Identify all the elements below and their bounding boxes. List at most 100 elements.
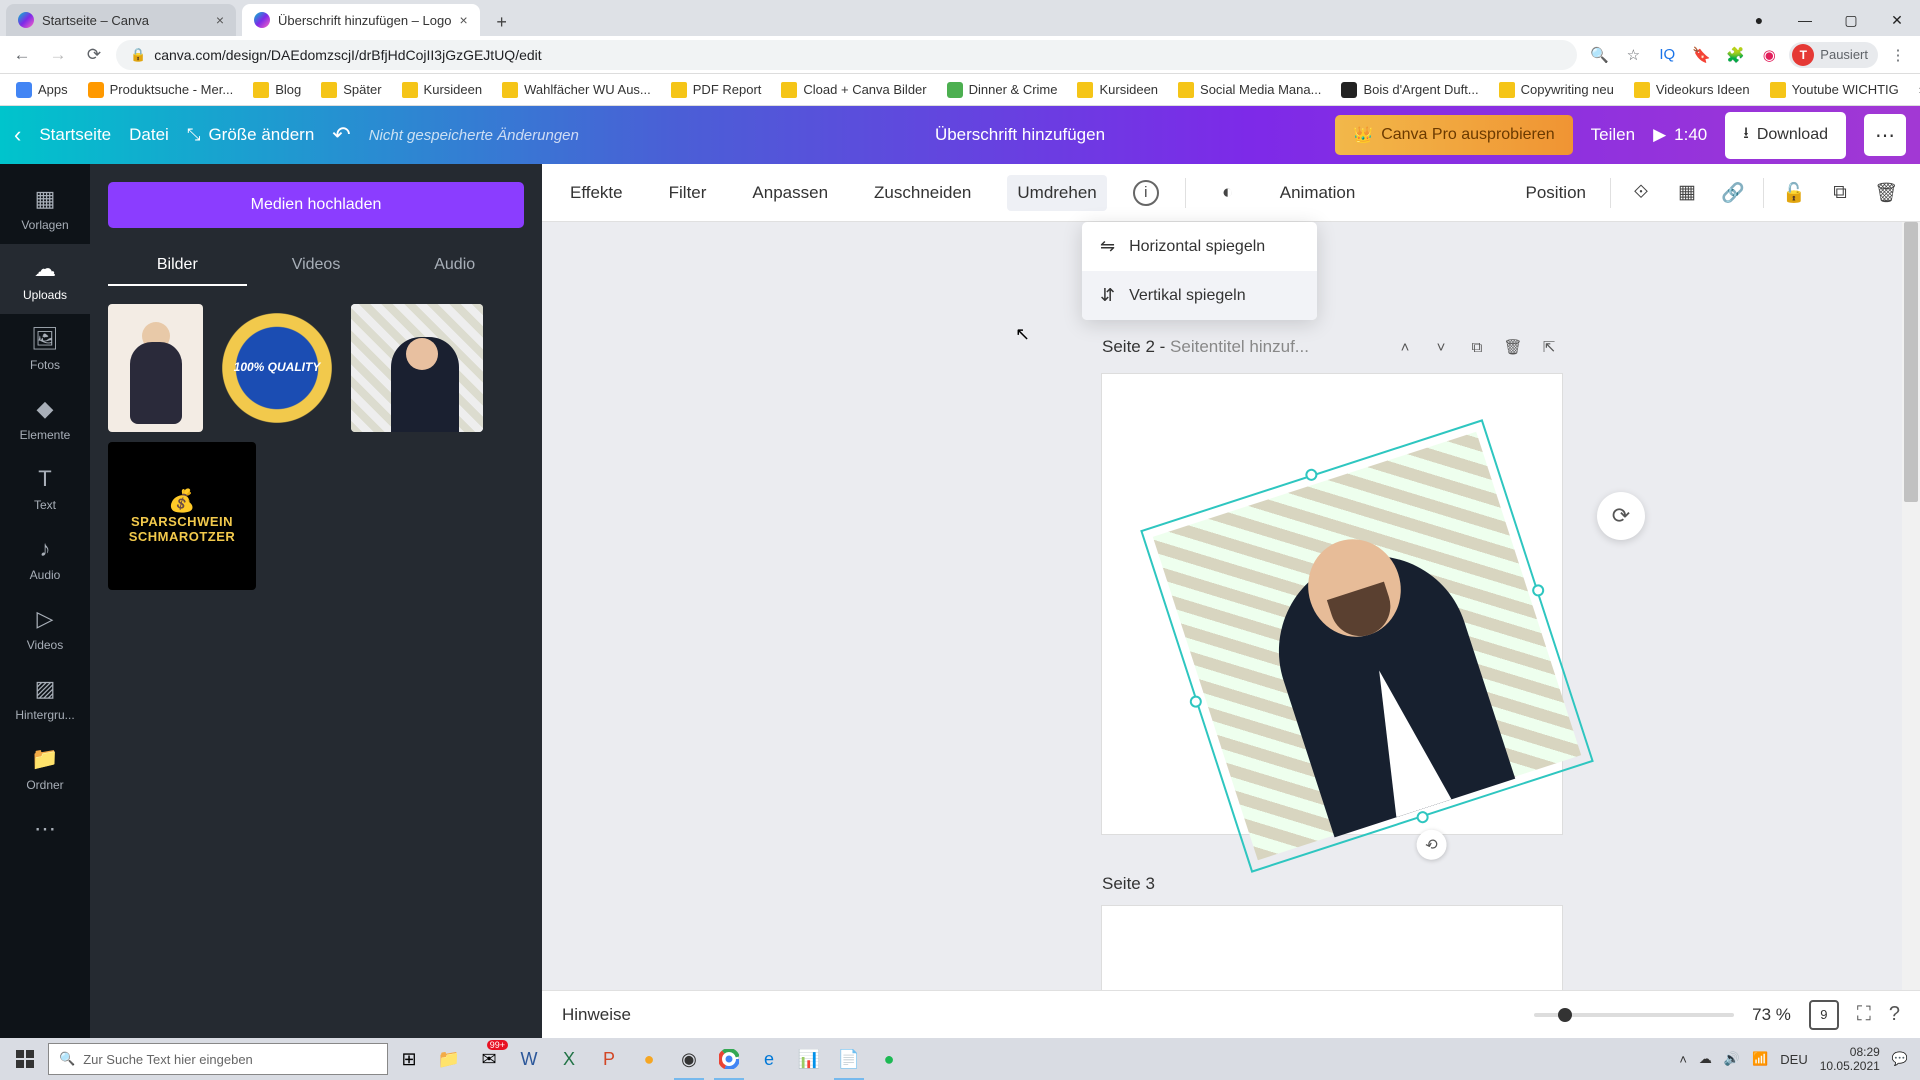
bookmark-item[interactable]: Videokurs Ideen — [1626, 78, 1758, 102]
rail-audio[interactable]: ♪Audio — [0, 524, 90, 594]
lock-toggle-icon[interactable]: 🔓 — [1778, 177, 1810, 209]
bookmarks-overflow[interactable]: » — [1911, 78, 1920, 101]
minimize-button[interactable]: — — [1782, 4, 1828, 36]
delete-page-icon[interactable]: 🗑 — [1500, 334, 1526, 360]
notifications-icon[interactable]: 💬 — [1892, 1051, 1908, 1067]
taskbar-search[interactable]: 🔍 Zur Suche Text hier eingeben — [48, 1043, 388, 1075]
home-link[interactable]: Startseite — [39, 125, 111, 145]
resize-button[interactable]: ⤡ Größe ändern — [187, 125, 314, 145]
rail-more[interactable]: ⋯ — [0, 804, 90, 854]
zoom-knob[interactable] — [1558, 1008, 1572, 1022]
undo-button[interactable]: ↶ — [332, 122, 350, 148]
obs-icon[interactable]: ◉ — [670, 1038, 708, 1080]
upload-media-button[interactable]: Medien hochladen — [108, 182, 524, 228]
rail-folders[interactable]: 📁Ordner — [0, 734, 90, 804]
rail-videos[interactable]: ▷Videos — [0, 594, 90, 664]
link-icon[interactable]: 🔗 — [1717, 177, 1749, 209]
close-window-button[interactable]: ✕ — [1874, 4, 1920, 36]
bookmark-item[interactable]: PDF Report — [663, 78, 770, 102]
zoom-level[interactable]: 73 % — [1752, 1005, 1791, 1025]
extension-icon[interactable]: 🧩 — [1721, 41, 1749, 69]
edge-icon[interactable]: e — [750, 1038, 788, 1080]
upload-thumb[interactable]: 💰 SPARSCHWEIN SCHMAROTZER — [108, 442, 256, 590]
delete-icon[interactable]: 🗑 — [1870, 177, 1902, 209]
crop-button[interactable]: Zuschneiden — [864, 175, 981, 211]
browser-tab-2[interactable]: Überschrift hinzufügen – Logo × — [242, 4, 480, 36]
explorer-icon[interactable]: 📁 — [430, 1038, 468, 1080]
tab-images[interactable]: Bilder — [108, 246, 247, 286]
animation-button[interactable]: Animation — [1270, 175, 1366, 211]
maximize-button[interactable]: ▢ — [1828, 4, 1874, 36]
effects-button[interactable]: Effekte — [560, 175, 633, 211]
start-button[interactable] — [4, 1038, 46, 1080]
vertical-scrollbar[interactable] — [1902, 222, 1920, 1042]
apps-button[interactable]: Apps — [8, 78, 76, 102]
transparency-icon[interactable]: ▦ — [1671, 177, 1703, 209]
url-input[interactable]: 🔒 canva.com/design/DAEdomzscjI/drBfjHdCo… — [116, 40, 1577, 70]
upload-thumb[interactable]: 100% QUALITY — [213, 304, 341, 432]
wifi-icon[interactable]: 📶 — [1752, 1051, 1768, 1067]
duplicate-page-icon[interactable]: ⧉ — [1464, 334, 1490, 360]
kebab-menu-icon[interactable]: ⋮ — [1884, 41, 1912, 69]
share-button[interactable]: Teilen — [1591, 125, 1635, 145]
bookmark-item[interactable]: Copywriting neu — [1491, 78, 1622, 102]
new-tab-button[interactable]: + — [488, 8, 516, 36]
rail-elements[interactable]: ◆Elemente — [0, 384, 90, 454]
rail-uploads[interactable]: ☁Uploads — [0, 244, 90, 314]
forward-button[interactable]: → — [44, 41, 72, 69]
page-title-input[interactable]: Seite 2 - Seitentitel hinzuf... — [1102, 337, 1382, 357]
bookmark-item[interactable]: Social Media Mana... — [1170, 78, 1329, 102]
rail-photos[interactable]: 🖼Fotos — [0, 314, 90, 384]
zoom-icon[interactable]: 🔍 — [1585, 41, 1613, 69]
app-icon[interactable]: 📊 — [790, 1038, 828, 1080]
flip-vertical-item[interactable]: ⇵ Vertikal spiegeln — [1082, 271, 1317, 320]
bookmark-item[interactable]: Blog — [245, 78, 309, 102]
bookmark-item[interactable]: Kursideen — [394, 78, 491, 102]
tab-audio[interactable]: Audio — [385, 246, 524, 286]
back-button[interactable]: ← — [8, 41, 36, 69]
file-menu[interactable]: Datei — [129, 125, 169, 145]
bookmark-item[interactable]: Bois d'Argent Duft... — [1333, 78, 1486, 102]
onedrive-icon[interactable]: ☁ — [1699, 1051, 1712, 1067]
copy-style-icon[interactable]: ⟐ — [1625, 177, 1657, 209]
fullscreen-icon[interactable]: ⛶ — [1857, 1003, 1871, 1026]
notes-button[interactable]: Hinweise — [562, 1005, 631, 1025]
upload-thumb[interactable] — [351, 304, 483, 432]
mail-icon[interactable]: ✉99+ — [470, 1038, 508, 1080]
reload-button[interactable]: ⟳ — [80, 41, 108, 69]
close-icon[interactable]: × — [459, 12, 467, 28]
browser-tab-1[interactable]: Startseite – Canva × — [6, 4, 236, 36]
present-button[interactable]: ▶ 1:40 — [1653, 125, 1707, 145]
bookmark-item[interactable]: Produktsuche - Mer... — [80, 78, 242, 102]
taskbar-clock[interactable]: 08:29 10.05.2021 — [1820, 1045, 1880, 1074]
rail-background[interactable]: ▨Hintergru... — [0, 664, 90, 734]
filter-button[interactable]: Filter — [659, 175, 717, 211]
help-icon[interactable]: ? — [1889, 1003, 1900, 1026]
position-button[interactable]: Position — [1516, 175, 1596, 211]
spotify-icon[interactable]: ● — [870, 1038, 908, 1080]
add-page-icon[interactable]: ⇱ — [1536, 334, 1562, 360]
upload-thumb[interactable] — [108, 304, 203, 432]
move-up-icon[interactable]: ˄ — [1392, 334, 1418, 360]
rail-templates[interactable]: ▦Vorlagen — [0, 174, 90, 244]
bookmark-item[interactable]: Später — [313, 78, 389, 102]
app-icon[interactable]: ● — [630, 1038, 668, 1080]
bookmark-item[interactable]: Cload + Canva Bilder — [773, 78, 934, 102]
language-indicator[interactable]: DEU — [1780, 1052, 1807, 1067]
document-title[interactable]: Überschrift hinzufügen — [935, 125, 1105, 145]
volume-icon[interactable]: 🔊 — [1724, 1051, 1740, 1067]
notepad-icon[interactable]: 📄 — [830, 1038, 868, 1080]
bookmark-star-icon[interactable]: ☆ — [1619, 41, 1647, 69]
bookmark-item[interactable]: Dinner & Crime — [939, 78, 1066, 102]
close-icon[interactable]: × — [216, 12, 224, 28]
rail-text[interactable]: TText — [0, 454, 90, 524]
zoom-slider[interactable] — [1534, 1013, 1734, 1017]
try-pro-button[interactable]: 👑 Canva Pro ausprobieren — [1335, 115, 1572, 155]
chrome-account-dot-icon[interactable]: ● — [1736, 4, 1782, 36]
profile-chip[interactable]: T Pausiert — [1789, 42, 1878, 68]
back-to-home-button[interactable]: ‹ — [14, 122, 21, 148]
download-button[interactable]: ⭳ Download — [1725, 112, 1846, 159]
page-count-button[interactable]: 9 — [1809, 1000, 1839, 1030]
quick-add-button[interactable]: ⟳ — [1597, 492, 1645, 540]
adjust-button[interactable]: Anpassen — [742, 175, 838, 211]
